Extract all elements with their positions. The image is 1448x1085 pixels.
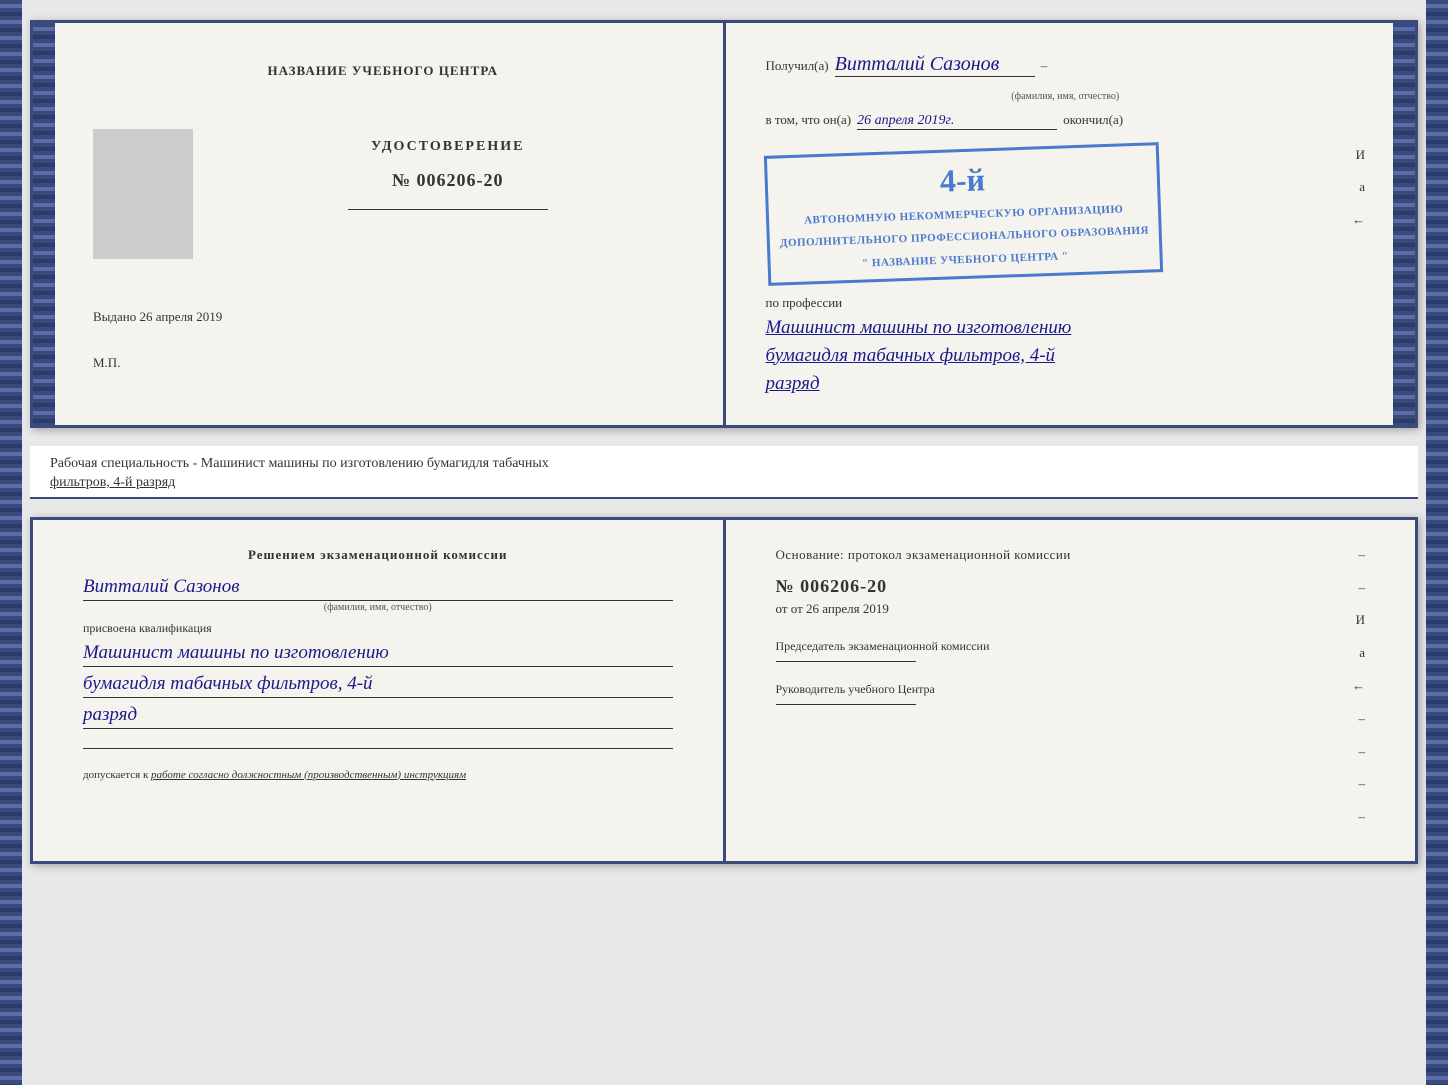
ot-prefix: от — [776, 601, 788, 616]
center-title: НАЗВАНИЕ УЧЕБНОГО ЦЕНТРА — [267, 63, 498, 79]
cert-left-page: НАЗВАНИЕ УЧЕБНОГО ЦЕНТРА УДОСТОВЕРЕНИЕ №… — [33, 23, 726, 425]
desc-text-underlined: фильтров, 4-й разряд — [50, 475, 175, 490]
ot-date: от 26 апреля 2019 — [791, 601, 889, 616]
cert-right-page: Получил(a) Витталий Сазонов – (фамилия, … — [726, 23, 1416, 425]
qual-line1: Машинист машины по изготовлению — [83, 642, 673, 664]
dopuskaetsya-row: допускается к работе согласно должностны… — [83, 769, 673, 781]
dopuskaetsya-text: работе согласно должностным (производств… — [151, 769, 466, 781]
vtom-row: в том, что он(а) 26 апреля 2019г. окончи… — [766, 110, 1366, 139]
a-label-bottom: а — [1359, 643, 1365, 664]
vydano-text: Выдано 26 апреля 2019 — [93, 309, 222, 324]
dash2-right: – — [1359, 578, 1366, 599]
recipient-name: Витталий Сазонов — [835, 53, 1035, 77]
dash3-right: – — [1359, 709, 1366, 730]
right-strip — [1393, 23, 1415, 425]
description-bar: Рабочая специальность - Машинист машины … — [30, 446, 1418, 499]
v-tom-label: в том, что он(а) — [766, 110, 852, 131]
okonchil-label: окончил(а) — [1063, 110, 1123, 131]
date-handwritten: 26 апреля 2019г. — [857, 113, 1057, 130]
i-label-right: И — [1356, 145, 1365, 166]
poluchil-prefix: Получил(a) — [766, 56, 829, 77]
udostoverenie-label: УДОСТОВЕРЕНИЕ — [371, 139, 524, 155]
arrow-label-right: ← — [1352, 210, 1365, 231]
a-label-right: а — [1359, 177, 1365, 198]
dash4-right: – — [1359, 742, 1366, 763]
name-sublabel: (фамилия, имя, отчество) — [766, 91, 1366, 102]
rukovoditel-label: Руководитель учебного Центра — [776, 682, 935, 696]
predsedatel-role: Председатель экзаменационной комиссии — [776, 637, 1343, 662]
bottom-left-page: Решением экзаменационной комиссии Виттал… — [33, 520, 726, 861]
vydano-line: Выдано 26 апреля 2019 — [93, 309, 222, 325]
poluchil-row: Получил(a) Витталий Сазонов – — [766, 53, 1366, 85]
bottom-left-strip — [0, 0, 22, 1085]
bottom-right-strip — [1426, 0, 1448, 1085]
bottom-booklet: Решением экзаменационной комиссии Виттал… — [30, 517, 1418, 864]
rukovoditel-sig-line — [776, 704, 916, 705]
stamp-block: 4-й АВТОНОМНУЮ НЕКОММЕРЧЕСКУЮ ОРГАНИЗАЦИ… — [763, 142, 1163, 286]
dash5-right: – — [1359, 774, 1366, 795]
profession-line1: Машинист машины по изготовлению — [766, 317, 1366, 339]
bottom-right-page: Основание: протокол экзаменационной коми… — [726, 520, 1416, 861]
dash1-right: – — [1359, 545, 1366, 566]
po-professii-label: по профессии — [766, 295, 1366, 311]
profession-line2: бумагидля табачных фильтров, 4-й — [766, 345, 1366, 367]
predsedatel-label: Председатель экзаменационной комиссии — [776, 639, 990, 653]
bottom-date: от от 26 апреля 2019 — [776, 601, 1343, 617]
bottom-number: № 006206-20 — [776, 576, 1343, 597]
cert-number: № 006206-20 — [392, 170, 504, 191]
osnovanie-label: Основание: протокол экзаменационной коми… — [776, 545, 1343, 566]
bottom-name-sub: (фамилия, имя, отчество) — [83, 602, 673, 613]
rukovoditel-role: Руководитель учебного Центра — [776, 680, 1343, 705]
predsedatel-sig-line — [776, 661, 916, 662]
cert-text-col: УДОСТОВЕРЕНИЕ № 006206-20 — [213, 109, 683, 218]
arrow-label-bottom: ← — [1352, 676, 1365, 697]
prisvoena-label: присвоена квалификация — [83, 621, 673, 636]
qual-line3: разряд — [83, 704, 673, 726]
cert-content-row: УДОСТОВЕРЕНИЕ № 006206-20 — [83, 109, 683, 259]
dopuskaetsya-prefix: допускается к — [83, 769, 148, 781]
stamp-line2: ДОПОЛНИТЕЛЬНОГО ПРОФЕССИОНАЛЬНОГО ОБРАЗО… — [779, 224, 1148, 249]
stamp-line1: АВТОНОМНУЮ НЕКОММЕРЧЕСКУЮ ОРГАНИЗАЦИЮ — [803, 203, 1123, 226]
profession-line3: разряд — [766, 373, 1366, 395]
top-booklet: НАЗВАНИЕ УЧЕБНОГО ЦЕНТРА УДОСТОВЕРЕНИЕ №… — [30, 20, 1418, 428]
qual-line2: бумагидля табачных фильтров, 4-й — [83, 673, 673, 695]
bottom-name: Витталий Сазонов — [83, 576, 673, 598]
desc-text-main: Рабочая специальность - Машинист машины … — [50, 456, 549, 471]
dash-after-name: – — [1041, 56, 1048, 77]
i-label-bottom: И — [1356, 610, 1365, 631]
dash6-right: – — [1359, 807, 1366, 828]
photo-placeholder — [93, 129, 193, 259]
resheniem-title: Решением экзаменационной комиссии — [83, 545, 673, 566]
mp-label: М.П. — [93, 355, 120, 371]
stamp-number: 4-й — [939, 161, 985, 199]
stamp-line3: " НАЗВАНИЕ УЧЕБНОГО ЦЕНТРА " — [861, 250, 1068, 269]
horiz-divider — [348, 209, 548, 210]
